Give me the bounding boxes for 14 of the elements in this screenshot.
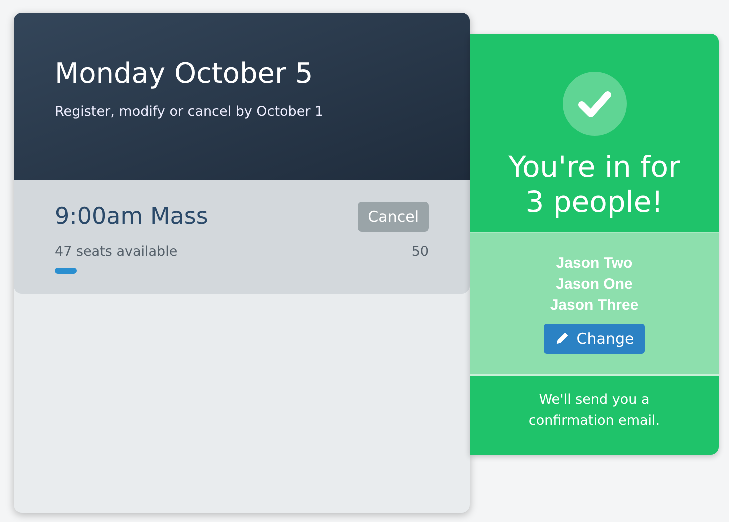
cancel-button[interactable]: Cancel xyxy=(358,202,429,232)
pencil-icon xyxy=(554,331,570,346)
attendee-name: Jason Two xyxy=(556,254,633,272)
confirmation-heading: You're in for 3 people! xyxy=(508,150,682,220)
session-name: 9:00am Mass xyxy=(55,204,208,230)
event-title: Monday October 5 xyxy=(55,57,314,90)
attendee-name: Jason Three xyxy=(550,296,639,314)
event-deadline: Register, modify or cancel by October 1 xyxy=(55,104,325,120)
seats-available: 47 seats available xyxy=(55,244,178,260)
check-icon xyxy=(562,72,626,136)
attendee-name: Jason One xyxy=(556,276,633,293)
change-button[interactable]: Change xyxy=(544,324,646,354)
seat-capacity: 50 xyxy=(412,244,429,260)
confirmation-note: We'll send you a confirmation email. xyxy=(528,390,662,432)
